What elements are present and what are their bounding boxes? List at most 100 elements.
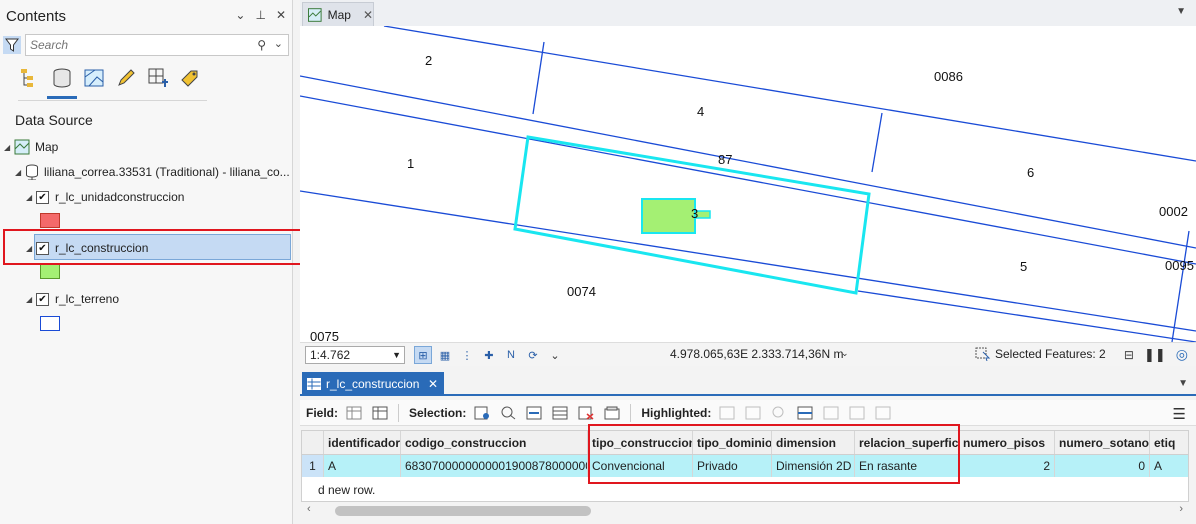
row-number-header	[302, 431, 324, 454]
layer-visibility-checkbox[interactable]: ✔	[36, 190, 49, 204]
search-input[interactable]	[30, 38, 240, 52]
chevron-down-icon: ▼	[392, 350, 401, 360]
add-field-icon[interactable]	[344, 404, 364, 422]
list-by-drawing-order-icon[interactable]	[18, 66, 42, 90]
table-icon	[307, 378, 321, 390]
tab-map-label: Map	[327, 7, 351, 22]
column-header[interactable]: identificador	[324, 431, 401, 454]
pane-controls: ⌄ ⊥ ✕	[235, 8, 286, 22]
clear-selection-icon[interactable]	[576, 404, 596, 422]
tab-list-dropdown-icon[interactable]: ▼	[1176, 6, 1186, 17]
close-tab-icon[interactable]: ✕	[363, 8, 373, 22]
scrollbar-thumb[interactable]	[335, 506, 591, 516]
grid-icon[interactable]: ▦	[436, 346, 454, 364]
map-canvas[interactable]: 2 0086 4 1 87 6 0002 3 5 0095 0074 0075	[300, 26, 1196, 342]
select-by-attributes-icon[interactable]	[472, 404, 492, 422]
contents-title: Contents	[6, 8, 67, 25]
drawing-progress-icon[interactable]: ◎	[1176, 346, 1188, 363]
cell-numero-pisos[interactable]: 2	[959, 455, 1055, 477]
map-label: 4	[697, 104, 704, 119]
fixed-zoom-in-icon[interactable]: ⊞	[414, 346, 432, 364]
cell-etiqueta[interactable]: A	[1150, 455, 1188, 477]
search-dropdown-icon[interactable]: ⌄	[274, 37, 283, 50]
scale-selector[interactable]: 1:4.762 ▼	[305, 346, 405, 364]
table-options-menu-icon[interactable]: ☰	[1173, 405, 1186, 423]
list-by-snapping-icon[interactable]	[146, 66, 170, 90]
table-view-icon[interactable]: ⊟	[1124, 348, 1134, 362]
horizontal-scrollbar[interactable]: ‹ ›	[301, 502, 1189, 520]
list-by-data-source-icon[interactable]	[50, 66, 74, 90]
tab-list-dropdown-icon[interactable]: ▼	[1178, 378, 1188, 389]
map-label: 6	[1027, 165, 1034, 180]
toolbar-divider	[398, 403, 399, 422]
collapse-triangle-icon[interactable]: ◢	[26, 193, 36, 202]
status-right-tools: ⊟ ❚❚ ◎	[1124, 346, 1188, 363]
pane-options-icon[interactable]: ⌄	[235, 8, 245, 22]
close-icon[interactable]: ✕	[276, 8, 286, 22]
delete-selected-icon[interactable]	[602, 404, 622, 422]
scroll-left-icon[interactable]: ‹	[307, 503, 311, 515]
zoom-to-selection-icon[interactable]	[498, 404, 518, 422]
chevron-down-icon[interactable]: ⌄	[546, 346, 564, 364]
refresh-icon[interactable]: ⟳	[524, 346, 542, 364]
toolbar-divider	[630, 403, 632, 422]
selected-features-readout[interactable]: Selected Features: 2	[975, 347, 1106, 361]
tree-item-layer-unidadconstruccion[interactable]: ◢ ✔ r_lc_unidadconstruccion	[26, 188, 184, 206]
snapping-icon[interactable]: ⋮	[458, 346, 476, 364]
search-icon[interactable]: ⚲	[257, 38, 266, 52]
collapse-triangle-icon[interactable]: ◢	[15, 168, 25, 177]
list-by-selection-icon[interactable]	[82, 66, 106, 90]
cell-numero-sotanos[interactable]: 0	[1055, 455, 1150, 477]
select-features-icon	[975, 347, 991, 361]
list-by-editing-icon[interactable]	[114, 66, 138, 90]
reverse-highlighted-icon[interactable]	[821, 404, 841, 422]
column-header[interactable]: codigo_construccion	[401, 431, 588, 454]
tree-item-map[interactable]: ◢ Map	[4, 138, 58, 156]
tree-item-layer-terreno[interactable]: ◢ ✔ r_lc_terreno	[26, 290, 119, 308]
measure-icon[interactable]: ✚	[480, 346, 498, 364]
row-number[interactable]: 1	[302, 455, 324, 477]
column-header[interactable]: numero_sotanos	[1055, 431, 1150, 454]
zoom-to-highlighted-icon[interactable]	[717, 404, 737, 422]
map-label: 5	[1020, 259, 1027, 274]
layer-symbol-swatch[interactable]	[40, 316, 60, 331]
select-all-icon[interactable]	[550, 404, 570, 422]
delete-highlighted-icon[interactable]	[847, 404, 867, 422]
coordinates-dropdown-icon[interactable]: ⌄	[841, 348, 849, 359]
layer-visibility-checkbox[interactable]: ✔	[36, 292, 49, 306]
unhighlight-icon[interactable]	[795, 404, 815, 422]
map-nav-tools: ⊞ ▦ ⋮ ✚ N ⟳ ⌄	[414, 346, 564, 364]
map-label: 0002	[1159, 204, 1188, 219]
column-header[interactable]: numero_pisos	[959, 431, 1055, 454]
cell-identificador[interactable]: A	[324, 455, 401, 477]
map-status-bar: 1:4.762 ▼ ⊞ ▦ ⋮ ✚ N ⟳ ⌄ 4.978.065,63E 2.…	[300, 342, 1196, 366]
layer-symbol-swatch[interactable]	[40, 264, 60, 279]
close-tab-icon[interactable]: ✕	[428, 377, 438, 391]
scroll-right-icon[interactable]: ›	[1179, 503, 1183, 515]
list-by-labeling-icon[interactable]	[178, 66, 202, 90]
pan-to-highlighted-icon[interactable]	[743, 404, 763, 422]
search-box: ⚲ ⌄	[25, 34, 289, 56]
scale-value: 1:4.762	[310, 348, 351, 362]
switch-selection-icon[interactable]	[524, 404, 544, 422]
collapse-triangle-icon[interactable]: ◢	[26, 295, 36, 304]
tab-attribute-table-label: r_lc_construccion	[326, 377, 420, 391]
tab-attribute-table[interactable]: r_lc_construccion ✕	[302, 372, 444, 396]
collapse-triangle-icon[interactable]: ◢	[4, 143, 14, 152]
pause-drawing-icon[interactable]: ❚❚	[1144, 347, 1166, 363]
filter-icon[interactable]	[3, 36, 21, 54]
cell-codigo-construccion[interactable]: 683070000000000190087800000003	[401, 455, 588, 477]
north-arrow-icon[interactable]: N	[502, 346, 520, 364]
map-label: 87	[718, 152, 732, 167]
layer-symbol-swatch[interactable]	[40, 213, 60, 228]
copy-highlighted-icon[interactable]	[873, 404, 893, 422]
layer-label: r_lc_terreno	[55, 292, 120, 306]
calculate-field-icon[interactable]	[370, 404, 390, 422]
map-tab-bar	[300, 0, 1196, 26]
pin-icon[interactable]: ⊥	[255, 8, 265, 22]
add-new-row[interactable]: d new row.	[318, 483, 375, 497]
tab-map[interactable]: Map ✕	[302, 2, 374, 26]
tree-item-database[interactable]: ◢ liliana_correa.33531 (Traditional) - l…	[15, 163, 290, 181]
switch-highlighted-icon[interactable]	[769, 404, 789, 422]
column-header[interactable]: etiq	[1150, 431, 1188, 454]
